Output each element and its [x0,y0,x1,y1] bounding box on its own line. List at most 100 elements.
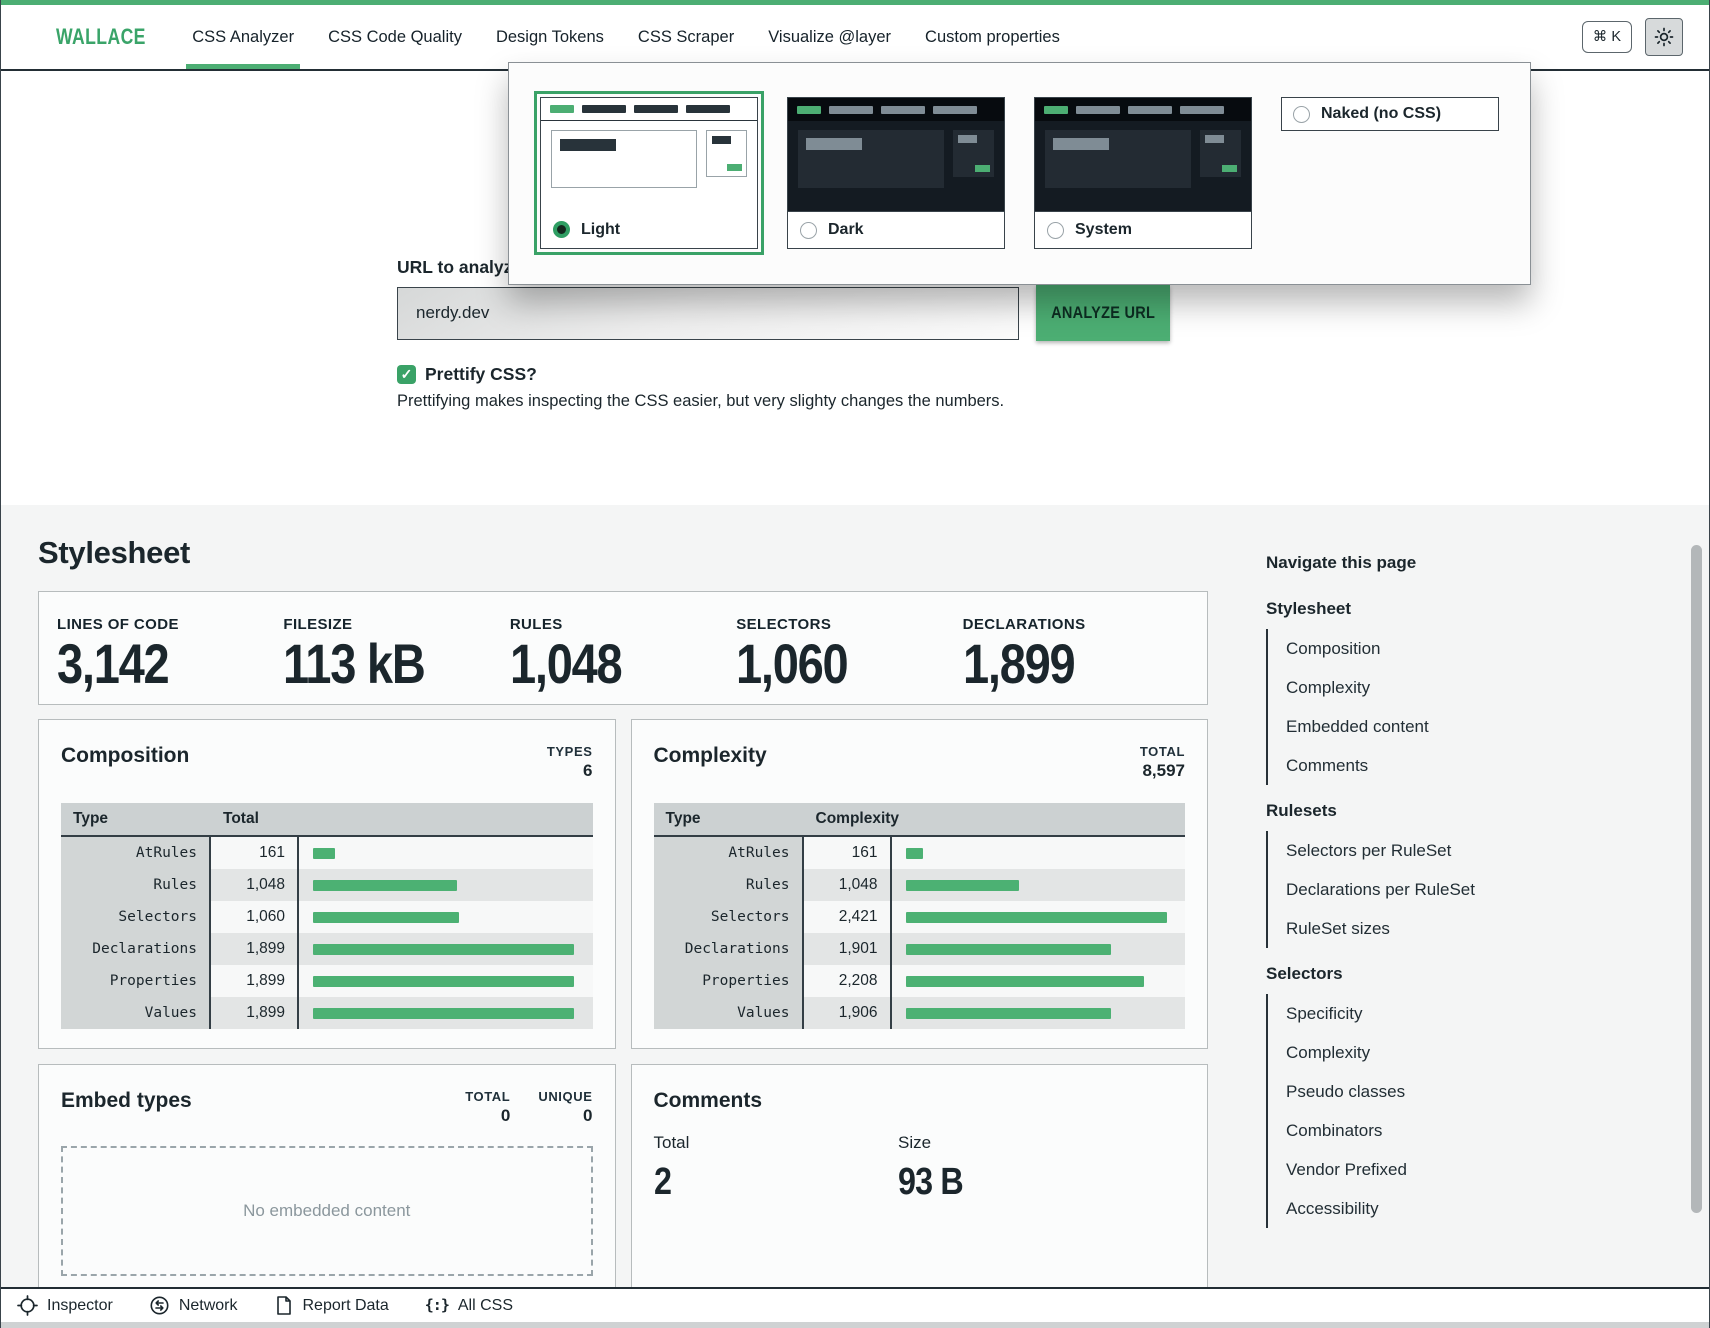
row-type: AtRules [654,837,804,869]
radio-dark[interactable] [800,222,817,239]
composition-meta: TYPES6 [547,744,593,781]
radio-system[interactable] [1047,222,1064,239]
complexity-table: TypeComplexityAtRules161Rules1,048Select… [654,803,1186,1029]
row-value: 161 [804,837,892,869]
nav-item-css-scraper[interactable]: CSS Scraper [636,5,736,69]
row-bar-cell [892,933,1186,965]
row-type: Properties [61,965,211,997]
row-value: 1,899 [211,933,299,965]
row-bar-cell [892,901,1186,933]
toc-item-ruleset-sizes[interactable]: RuleSet sizes [1268,909,1666,948]
toc-item-combinators[interactable]: Combinators [1268,1111,1666,1150]
nav-item-design-tokens[interactable]: Design Tokens [494,5,606,69]
analyze-url-button[interactable]: ANALYZE URL [1036,285,1170,341]
theme-preview-dark [788,98,1004,211]
toc-item-complexity[interactable]: Complexity [1268,668,1666,707]
row-bar-cell [892,965,1186,997]
toc-section-selectors[interactable]: Selectors [1266,964,1666,984]
preview-pill [797,106,821,114]
table-row: Properties2,208 [654,965,1186,997]
toolbar-inspector[interactable]: Inspector [17,1295,113,1316]
preview-main-box [798,130,944,188]
stat-value: 3,142 [57,636,168,692]
row-type: Declarations [654,933,804,965]
nav-item-css-code-quality[interactable]: CSS Code Quality [326,5,464,69]
nav-item-css-analyzer[interactable]: CSS Analyzer [190,5,296,69]
preview-main-box [1045,130,1191,188]
meta-label: UNIQUE [538,1089,592,1104]
toolbar-label: Inspector [47,1297,113,1315]
toc-item-complexity[interactable]: Complexity [1268,1033,1666,1072]
toc-item-pseudo-classes[interactable]: Pseudo classes [1268,1072,1666,1111]
preview-text-bar [806,138,862,150]
theme-option-label: Naked (no CSS) [1321,105,1441,123]
theme-option-naked-no-css[interactable]: Naked (no CSS) [1281,97,1499,131]
toc-item-comments[interactable]: Comments [1268,746,1666,785]
row-bar-cell [892,997,1186,1029]
preview-pill [1128,106,1172,114]
radio-naked-no-css[interactable] [1293,106,1310,123]
row-type: Selectors [61,901,211,933]
toc-item-vendor-prefixed[interactable]: Vendor Prefixed [1268,1150,1666,1189]
stat-selectors: SELECTORS1,060 [736,592,962,704]
row-type: Values [654,997,804,1029]
row-type: Rules [61,869,211,901]
comments-stat-size: Size93 B [898,1133,1142,1204]
wallace-logo[interactable]: WALLACE [56,24,146,50]
theme-toggle-button[interactable] [1645,18,1683,56]
scrollbar-thumb[interactable] [1691,545,1702,1213]
toc-item-declarations-per-ruleset[interactable]: Declarations per RuleSet [1268,870,1666,909]
table-row: Rules1,048 [654,869,1186,901]
value-bar [313,880,457,891]
row-bar-cell [299,997,593,1029]
toolbar-network[interactable]: Network [149,1295,238,1316]
composition-card: Composition TYPES6 TypeTotalAtRules161Ru… [38,719,616,1049]
preview-navbar [788,98,1004,121]
toolbar-report-data[interactable]: Report Data [274,1295,389,1316]
nav-item-custom-properties[interactable]: Custom properties [923,5,1062,69]
toc-item-accessibility[interactable]: Accessibility [1268,1189,1666,1228]
complexity-meta: TOTAL8,597 [1140,744,1185,781]
toolbar-label: Network [179,1297,238,1315]
toc-item-composition[interactable]: Composition [1268,629,1666,668]
theme-option-dark[interactable]: Dark [787,97,1005,249]
row-value: 1,906 [804,997,892,1029]
value-bar [906,880,1019,891]
theme-option-light[interactable]: Light [540,97,758,249]
nav-item-visualize-layer[interactable]: Visualize @layer [766,5,893,69]
value-bar [906,944,1111,955]
row-value: 1,060 [211,901,299,933]
toolbar-label: Report Data [303,1297,389,1315]
row-value: 161 [211,837,299,869]
crosshair-icon [17,1295,38,1316]
sun-icon [1654,27,1674,47]
theme-option-system[interactable]: System [1034,97,1252,249]
toc-item-specificity[interactable]: Specificity [1268,994,1666,1033]
table-row: AtRules161 [61,837,593,869]
meta-label: TOTAL [1140,744,1185,759]
value-bar [313,848,335,859]
radio-light[interactable] [553,221,570,238]
preview-side-accent [727,164,742,171]
toc-item-selectors-per-ruleset[interactable]: Selectors per RuleSet [1268,831,1666,870]
theme-option-footer: Dark [788,211,1004,248]
command-k-button[interactable]: ⌘ K [1582,21,1632,53]
prettify-row: ✓ Prettify CSS? [397,364,537,385]
row-bar-cell [299,933,593,965]
value-bar [313,912,459,923]
prettify-label: Prettify CSS? [425,364,537,385]
prettify-checkbox[interactable]: ✓ [397,365,416,384]
comments-title: Comments [654,1089,763,1113]
network-transfer-icon [149,1295,170,1316]
toc-section-rulesets[interactable]: Rulesets [1266,801,1666,821]
preview-pill [1076,106,1120,114]
toc-item-embedded-content[interactable]: Embedded content [1268,707,1666,746]
preview-pill [686,105,730,113]
braces-icon: {:} [425,1296,449,1315]
url-input[interactable] [397,287,1019,340]
meta-label: TYPES [547,744,593,759]
toolbar-all-css[interactable]: {:}All CSS [425,1296,513,1315]
preview-pill [1044,106,1068,114]
toc-section-stylesheet[interactable]: Stylesheet [1266,599,1666,619]
row-type: Declarations [61,933,211,965]
